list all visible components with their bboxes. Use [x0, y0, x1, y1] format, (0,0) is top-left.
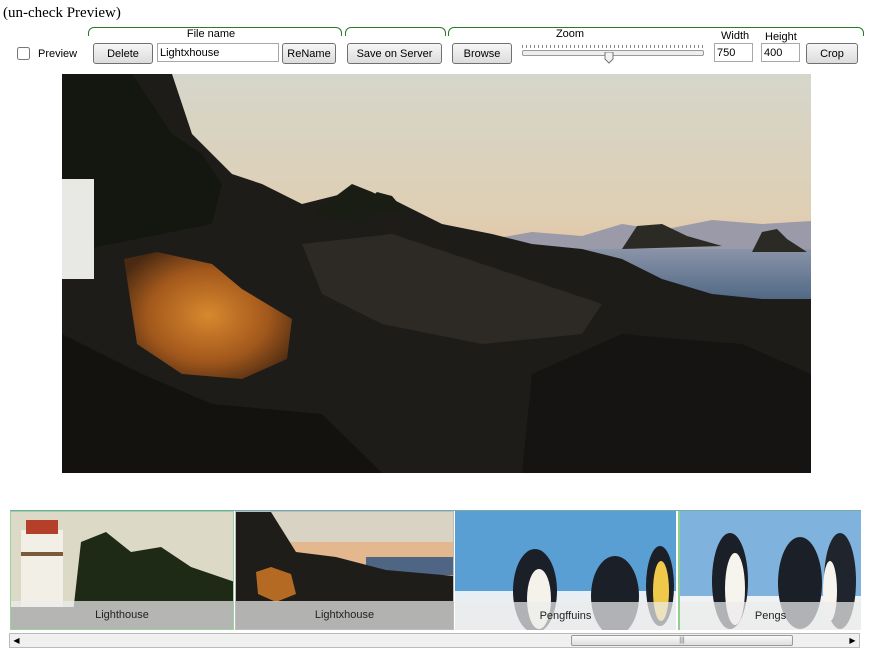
thumbnail-item[interactable]: Pengffuins [455, 511, 676, 630]
width-input[interactable] [714, 43, 753, 62]
filename-group-label: File name [178, 28, 244, 40]
thumbnail-item[interactable]: Lightxhouse [235, 511, 454, 630]
coastline-photo [62, 74, 811, 473]
preview-label: Preview [38, 48, 78, 60]
zoom-group-label: Zoom [547, 28, 593, 40]
thumbnail-caption: Lightxhouse [236, 601, 453, 629]
zoom-slider-ticks [522, 45, 704, 48]
thumbnail-item[interactable]: Lighthouse [10, 511, 234, 630]
main-preview-image[interactable] [62, 74, 811, 473]
scrollbar-thumb[interactable]: ||| [571, 635, 793, 646]
scroll-right-arrow-icon[interactable]: ▶ [846, 634, 859, 647]
preview-checkbox[interactable] [17, 47, 30, 60]
save-group-border [345, 27, 446, 36]
width-label: Width [721, 30, 750, 42]
thumbnail-caption: Pengffuins [455, 602, 676, 630]
thumbnail-strip: Lighthouse Lightxhouse Pengffuins Pengs [10, 510, 861, 631]
preview-hint-text: (un-check Preview) [3, 5, 121, 21]
thumbnail-caption: Lighthouse [11, 601, 233, 629]
zoom-slider-thumb[interactable] [604, 52, 614, 64]
thumbnail-item[interactable]: Pengs [678, 511, 861, 630]
filename-input[interactable] [157, 43, 279, 62]
zoom-group-border [448, 27, 864, 36]
thumbnail-caption: Pengs [680, 602, 861, 630]
height-label: Height [765, 31, 797, 43]
scroll-left-arrow-icon[interactable]: ◀ [10, 634, 23, 647]
save-on-server-button[interactable]: Save on Server [347, 43, 442, 64]
crop-button[interactable]: Crop [806, 43, 858, 64]
thumbnail-scrollbar[interactable]: ◀ ||| ▶ [9, 633, 860, 648]
browse-button[interactable]: Browse [452, 43, 512, 64]
delete-button[interactable]: Delete [93, 43, 153, 64]
height-input[interactable] [761, 43, 800, 62]
rename-button[interactable]: ReName [282, 43, 336, 64]
